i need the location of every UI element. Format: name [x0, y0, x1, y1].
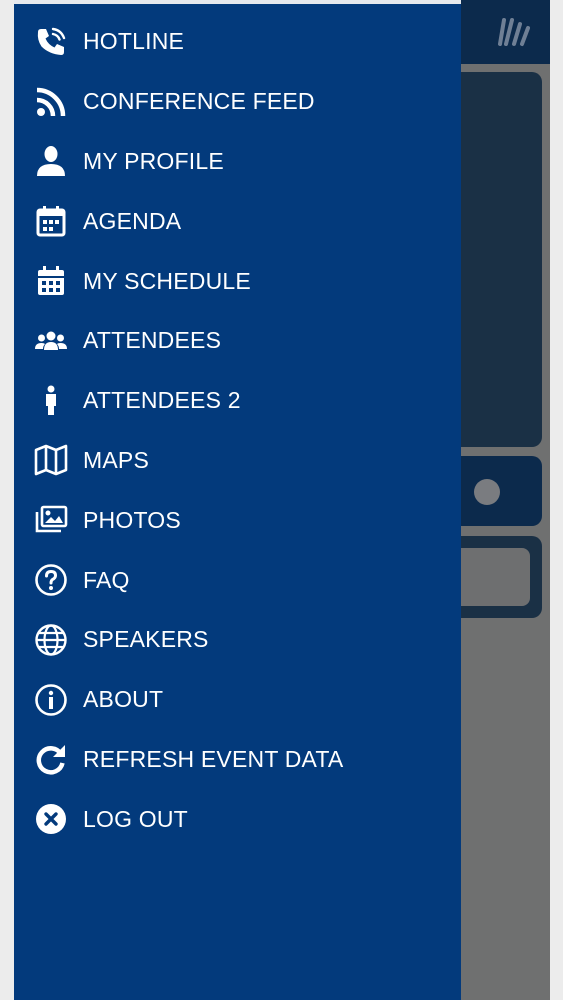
menu-item-speakers[interactable]: SPEAKERS [14, 610, 461, 670]
user-icon [34, 144, 68, 178]
menu-item-label: PHOTOS [83, 506, 181, 533]
app-input-field [452, 548, 530, 606]
navigation-drawer: HOTLINE CONFERENCE FEED MY PROFILE AGEND… [14, 0, 461, 1000]
phone-icon [34, 25, 68, 59]
menu-item-attendees-2[interactable]: ATTENDEES 2 [14, 371, 461, 431]
app-logo-icon [498, 18, 530, 46]
menu-item-log-out[interactable]: LOG OUT [14, 789, 461, 849]
menu-item-refresh-event-data[interactable]: REFRESH EVENT DATA [14, 730, 461, 790]
question-circle-icon [34, 563, 68, 597]
images-icon [34, 503, 68, 537]
menu-item-label: LOG OUT [83, 805, 188, 832]
menu-item-my-schedule[interactable]: MY SCHEDULE [14, 251, 461, 311]
globe-icon [34, 623, 68, 657]
menu-item-photos[interactable]: PHOTOS [14, 490, 461, 550]
menu-item-about[interactable]: ABOUT [14, 670, 461, 730]
map-icon [34, 443, 68, 477]
menu-item-my-profile[interactable]: MY PROFILE [14, 132, 461, 192]
menu-item-label: ABOUT [83, 686, 164, 713]
menu-item-label: HOTLINE [83, 28, 185, 55]
menu-item-label: MY SCHEDULE [83, 267, 251, 294]
menu-item-attendees[interactable]: ATTENDEES [14, 311, 461, 371]
toggle-knob [474, 479, 500, 505]
menu-item-label: ATTENDEES [83, 327, 222, 354]
menu-item-label: SPEAKERS [83, 626, 209, 653]
menu-item-label: REFRESH EVENT DATA [83, 745, 344, 772]
menu-item-hotline[interactable]: HOTLINE [14, 12, 461, 72]
menu-item-label: ATTENDEES 2 [83, 387, 241, 414]
close-circle-icon [34, 802, 68, 836]
menu-item-label: AGENDA [83, 207, 182, 234]
refresh-icon [34, 742, 68, 776]
menu-item-label: FAQ [83, 566, 130, 593]
device-screen: HOTLINE CONFERENCE FEED MY PROFILE AGEND… [14, 0, 550, 1000]
menu-item-label: MAPS [83, 446, 149, 473]
menu-item-conference-feed[interactable]: CONFERENCE FEED [14, 72, 461, 132]
calendar-icon [34, 204, 68, 238]
rss-icon [34, 85, 68, 119]
menu-item-faq[interactable]: FAQ [14, 550, 461, 610]
menu-item-maps[interactable]: MAPS [14, 431, 461, 491]
menu-item-label: CONFERENCE FEED [83, 88, 315, 115]
calendar-filled-icon [34, 264, 68, 298]
users-icon [34, 324, 68, 358]
menu-item-agenda[interactable]: AGENDA [14, 191, 461, 251]
info-circle-icon [34, 683, 68, 717]
menu-item-label: MY PROFILE [83, 147, 224, 174]
drawer-menu: HOTLINE CONFERENCE FEED MY PROFILE AGEND… [14, 12, 461, 849]
person-icon [34, 384, 68, 418]
